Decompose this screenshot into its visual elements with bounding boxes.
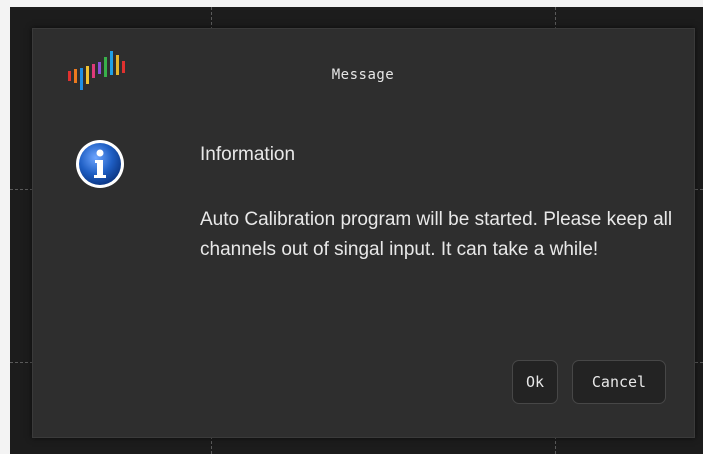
message-dialog: Message Information Auto Calibration pro…: [32, 28, 695, 438]
ok-button[interactable]: Ok: [512, 360, 558, 404]
dialog-title: Message: [331, 67, 395, 83]
cancel-button[interactable]: Cancel: [572, 360, 666, 404]
background-area: Message Information Auto Calibration pro…: [10, 7, 703, 454]
dialog-heading: Information: [200, 144, 296, 165]
dialog-message: Auto Calibration program will be started…: [200, 209, 673, 260]
colored-bars-logo-icon: [68, 51, 125, 90]
information-icon: [76, 140, 124, 188]
